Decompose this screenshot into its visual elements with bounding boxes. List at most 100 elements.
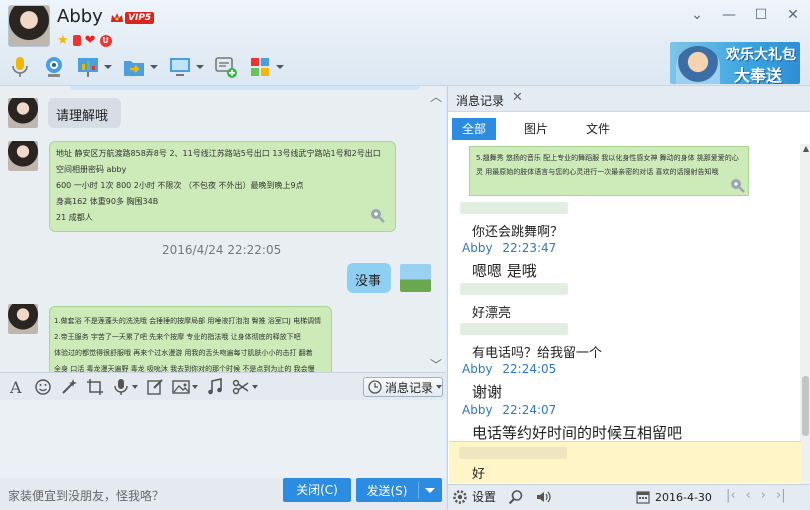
music-note-icon[interactable] — [206, 377, 224, 396]
folder-send-icon — [124, 61, 144, 76]
voice-call-button[interactable] — [6, 54, 34, 80]
vip-label: VIP5 — [125, 12, 155, 24]
chevron-down-icon[interactable]: ⌄ — [688, 6, 706, 24]
microphone-icon — [12, 57, 28, 77]
promo-banner[interactable]: 欢乐大礼包 大奉送 — [670, 42, 800, 84]
message-history-button[interactable]: 消息记录 — [363, 377, 443, 397]
chevron-down-icon[interactable] — [150, 65, 158, 69]
first-page-icon[interactable]: |‹ — [726, 488, 736, 503]
message-line: 身高162 体重90多 胸围34B — [56, 197, 159, 206]
sender-name: Abby — [462, 403, 493, 417]
u-badge-icon[interactable]: U — [99, 34, 112, 47]
calendar-icon — [636, 491, 650, 504]
microphone-icon[interactable] — [112, 378, 130, 396]
image-icon[interactable] — [172, 378, 190, 396]
vip-badge[interactable]: VIP5 — [109, 10, 155, 26]
minimize-icon[interactable]: — — [720, 6, 738, 24]
chevron-down-icon[interactable] — [252, 384, 258, 389]
edit-icon[interactable] — [146, 378, 164, 396]
ad-hint-link[interactable]: 家装便宜到没朋友，怪我咯？ — [8, 487, 164, 504]
screen-share-button[interactable] — [74, 54, 114, 80]
chevron-down-icon[interactable] — [192, 384, 198, 389]
scroll-up-icon[interactable]: ▲ — [803, 144, 809, 153]
search-icon[interactable] — [508, 489, 524, 505]
history-highlighted-entry[interactable]: 好 — [449, 441, 801, 483]
message-input[interactable] — [0, 400, 446, 478]
date-picker[interactable]: 2016-4-30 — [636, 490, 712, 504]
next-page-icon[interactable]: › — [761, 488, 766, 503]
message-text: 没事 — [355, 274, 382, 289]
chat-message-area[interactable]: ︿ 请理解哦 地址 静安区万航渡路858弄8号 2、11号线江苏路站5号出口 1… — [0, 86, 446, 372]
avatar[interactable] — [8, 141, 38, 171]
message-bubble[interactable]: 1.做套浴 不是莲蓬头的洗洗哦 会捶捶的按摩局部 用唾液打泡泡 臀推 浴室口J … — [49, 306, 332, 372]
sender-name: Abby — [462, 362, 493, 376]
emoji-icon[interactable] — [34, 378, 52, 396]
history-scroll-thumb[interactable] — [802, 376, 809, 436]
history-sender-line: Abby 22:24:07 — [462, 403, 556, 417]
blurred-sender-name — [459, 447, 567, 459]
svg-text:A: A — [9, 378, 22, 396]
message-time: 22:24:05 — [502, 362, 557, 376]
scissors-icon[interactable] — [232, 378, 250, 396]
send-label[interactable]: 发送(S) — [356, 481, 419, 499]
zoom-in-icon[interactable] — [369, 207, 385, 223]
history-scrollbar[interactable] — [800, 144, 810, 494]
history-pager: |‹ ‹ › ›| — [726, 488, 786, 503]
contact-name[interactable]: Abby — [57, 6, 103, 27]
message-line: 21 成都人 — [56, 213, 93, 222]
settings-label: 设置 — [472, 490, 497, 504]
message-bubble[interactable]: 请理解哦 — [48, 98, 121, 128]
avatar[interactable] — [8, 304, 38, 334]
history-sender-line: Abby 22:23:47 — [462, 241, 556, 255]
maximize-icon[interactable]: ☐ — [752, 6, 770, 24]
chevron-down-icon — [436, 385, 442, 389]
chevron-down-icon[interactable] — [425, 487, 435, 493]
message-bubble[interactable]: 没事 — [347, 263, 391, 293]
scroll-up-icon[interactable]: ︿ — [430, 88, 442, 105]
history-date: 2016-4-30 — [655, 490, 712, 504]
blurred-sender-name — [460, 283, 568, 295]
message-line: 600 一小时 1次 800 2小时 不限次 （不包夜 不外出）最晚到晚上9点 — [56, 181, 304, 190]
filter-images[interactable]: 图片 — [514, 118, 558, 140]
last-page-icon[interactable]: ›| — [776, 488, 786, 503]
chevron-down-icon[interactable] — [196, 65, 204, 69]
chevron-down-icon[interactable] — [276, 65, 284, 69]
add-chat-button[interactable] — [212, 54, 240, 80]
message-bubble[interactable]: 地址 静安区万航渡路858弄8号 2、11号线江苏路站5号出口 13号线武宁路站… — [49, 141, 396, 232]
history-snippet-line: 灵 用最原始的肢体语言与您的心灵进行一次最亲密的对话 喜欢的话搜射告知哦 — [476, 168, 719, 176]
history-message-bubble[interactable]: 5.翘舞秀 悠扬的音乐 配上专业的舞蹈服 我以化身性感女神 舞动的身体 挑那爱爱… — [469, 146, 749, 196]
remote-assist-button[interactable] — [166, 54, 206, 80]
heart-icon[interactable]: ❤ — [85, 33, 96, 48]
clock-icon — [368, 380, 382, 394]
chevron-down-icon[interactable] — [104, 65, 112, 69]
tab-message-history[interactable]: 消息记录 — [456, 92, 504, 109]
contact-avatar[interactable] — [8, 5, 50, 47]
history-message-text: 嗯嗯 是哦 — [472, 262, 537, 280]
video-call-button[interactable] — [40, 54, 68, 80]
scroll-down-icon[interactable]: ﹀ — [430, 356, 442, 372]
zoom-in-icon[interactable] — [729, 177, 745, 193]
history-snippet-line: 5.翘舞秀 悠扬的音乐 配上专业的舞蹈服 我以化身性感女神 舞动的身体 挑那爱爱… — [476, 154, 739, 162]
history-message-text: 谢谢 — [472, 383, 503, 401]
screenshot-icon[interactable] — [86, 378, 104, 396]
filter-all[interactable]: 全部 — [452, 118, 497, 140]
close-icon[interactable]: ✕ — [512, 90, 523, 105]
avatar[interactable] — [8, 98, 38, 128]
settings-button[interactable]: 设置 — [452, 488, 496, 505]
font-icon[interactable]: A — [8, 378, 26, 396]
sender-name: Abby — [462, 241, 493, 255]
pill-icon[interactable] — [72, 35, 81, 46]
send-button[interactable]: 发送(S) — [356, 478, 442, 502]
self-avatar[interactable] — [400, 264, 431, 292]
filter-files[interactable]: 文件 — [576, 118, 620, 140]
magic-wand-icon[interactable] — [60, 378, 78, 396]
monitor-icon — [170, 58, 190, 76]
close-icon[interactable]: ✕ — [784, 6, 802, 24]
apps-button[interactable] — [246, 54, 286, 80]
prev-page-icon[interactable]: ‹ — [746, 488, 751, 503]
close-button[interactable]: 关闭(C) — [283, 478, 351, 502]
chevron-down-icon[interactable] — [132, 384, 138, 389]
star-icon[interactable]: ★ — [57, 33, 69, 48]
speaker-icon[interactable] — [535, 489, 551, 505]
file-transfer-button[interactable] — [120, 54, 160, 80]
